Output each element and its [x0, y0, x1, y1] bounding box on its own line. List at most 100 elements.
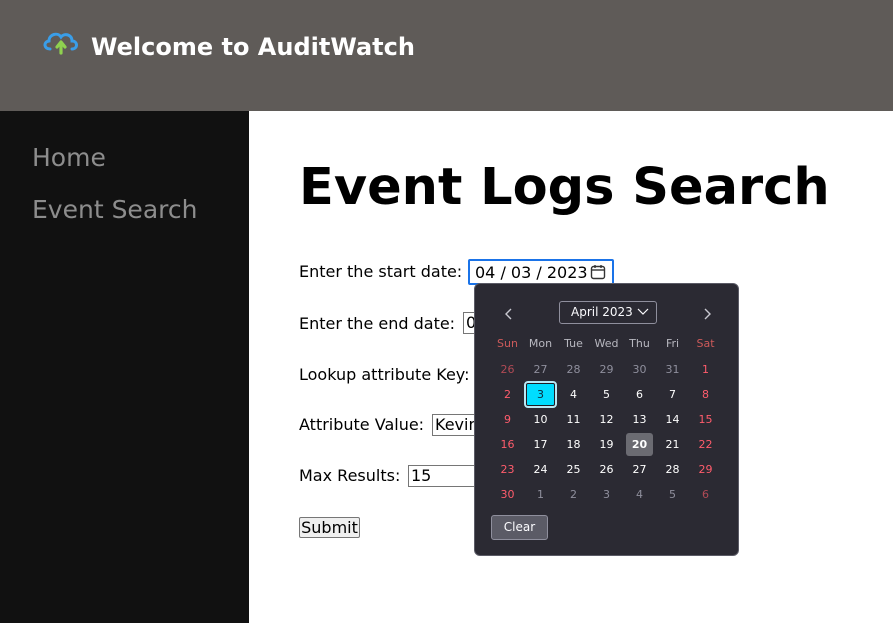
calendar-day-label: 19 [599, 438, 614, 451]
calendar-day-label: 27 [533, 363, 548, 376]
weekday-label: Thu [629, 337, 650, 350]
calendar-day-label: 1 [537, 488, 544, 501]
calendar-day[interactable]: 20 [623, 432, 656, 457]
calendar-day[interactable]: 2 [557, 482, 590, 507]
calendar-day[interactable]: 11 [557, 407, 590, 432]
calendar-day[interactable]: 13 [623, 407, 656, 432]
submit-button[interactable]: Submit [299, 517, 360, 538]
calendar-icon[interactable] [590, 264, 606, 280]
weekday-label: Wed [594, 337, 619, 350]
end-date-label: Enter the end date: [299, 314, 456, 333]
calendar-day-label: 27 [632, 463, 647, 476]
calendar-day-label: 5 [603, 388, 610, 401]
calendar-day[interactable]: 12 [590, 407, 623, 432]
calendar-day-label: 31 [665, 363, 680, 376]
calendar-day[interactable]: 5 [656, 482, 689, 507]
calendar-day[interactable]: 27 [524, 357, 557, 382]
calendar-week-row: 234 5 6 7 8 [491, 381, 722, 408]
chevron-right-icon[interactable] [699, 306, 715, 322]
calendar-day[interactable]: 21 [656, 432, 689, 457]
calendar-day-label: 8 [702, 388, 709, 401]
calendar-day[interactable]: 10 [524, 407, 557, 432]
calendar-day[interactable]: 27 [623, 457, 656, 482]
calendar-day-label: 26 [599, 463, 614, 476]
calendar-day-label: 23 [500, 463, 515, 476]
weekday-label: Tue [564, 337, 583, 350]
app-header: Welcome to AuditWatch [0, 0, 893, 111]
calendar-day[interactable]: 28 [656, 457, 689, 482]
calendar-day-label: 5 [669, 488, 676, 501]
calendar-day[interactable]: 28 [557, 357, 590, 382]
calendar-day[interactable]: 6 [623, 382, 656, 407]
calendar-day-label: 26 [500, 363, 515, 376]
chevron-left-icon[interactable] [501, 306, 517, 322]
weekday-label: Sun [497, 337, 518, 350]
calendar-day-label: 25 [566, 463, 581, 476]
calendar-day[interactable]: 31 [656, 357, 689, 382]
calendar-day[interactable]: 19 [590, 432, 623, 457]
max-results-input[interactable]: 15 [408, 465, 478, 487]
calendar-day[interactable]: 4 [557, 382, 590, 407]
weekday-header: Sun Mon Tue Wed Thu Fri Sat [491, 336, 722, 352]
calendar-day[interactable]: 25 [557, 457, 590, 482]
calendar-day[interactable]: 1 [524, 482, 557, 507]
calendar-day[interactable]: 24 [524, 457, 557, 482]
max-results-label: Max Results: [299, 466, 401, 485]
calendar-day-label: 30 [500, 488, 515, 501]
calendar-day[interactable]: 3 [524, 381, 557, 408]
attribute-value-input[interactable]: Kevin [432, 414, 478, 436]
calendar-day-label: 1 [702, 363, 709, 376]
sidebar-item-event-search[interactable]: Event Search [32, 195, 197, 225]
weekday-label: Fri [665, 337, 680, 350]
calendar-day[interactable]: 29 [590, 357, 623, 382]
month-year-select[interactable]: April 2023 [559, 301, 657, 324]
calendar-day-label: 29 [599, 363, 614, 376]
calendar-week-row: 30 1 2 3 4 5 6 [491, 482, 722, 507]
calendar-day[interactable]: 9 [491, 407, 524, 432]
calendar-day[interactable]: 18 [557, 432, 590, 457]
calendar-week-row: 26 27 28 29 30 31 1 [491, 357, 722, 382]
calendar-week-row: 16 17 18 19 20 21 22 [491, 432, 722, 457]
app-title: Welcome to AuditWatch [91, 33, 415, 61]
calendar-day[interactable]: 7 [656, 382, 689, 407]
date-picker-popup: April 2023 Sun Mon Tue Wed Thu Fri Sat 2… [474, 283, 739, 556]
sidebar-item-home[interactable]: Home [32, 143, 106, 173]
calendar-day[interactable]: 8 [689, 382, 722, 407]
calendar-day[interactable]: 1 [689, 357, 722, 382]
calendar-day-label: 6 [636, 388, 643, 401]
sidebar: Home Event Search [0, 111, 249, 623]
calendar-day-label: 12 [599, 413, 614, 426]
weekday-label: Sat [696, 337, 715, 350]
calendar-day[interactable]: 2 [491, 382, 524, 407]
calendar-day[interactable]: 5 [590, 382, 623, 407]
calendar-day[interactable]: 29 [689, 457, 722, 482]
calendar-week-row: 9 10 11 12 13 14 15 [491, 407, 722, 432]
calendar-day[interactable]: 6 [689, 482, 722, 507]
calendar-day[interactable]: 17 [524, 432, 557, 457]
calendar-day[interactable]: 16 [491, 432, 524, 457]
calendar-day[interactable]: 23 [491, 457, 524, 482]
calendar-grid: 26 27 28 29 30 31 1 2 3 4 5 6 7 8 9 10 11 12 13 14 15 16 17 18 1… [491, 357, 722, 507]
calendar-day[interactable]: 26 [590, 457, 623, 482]
calendar-day-label: 22 [698, 438, 713, 451]
attribute-value-label: Attribute Value: [299, 415, 425, 434]
calendar-day[interactable]: 30 [491, 482, 524, 507]
calendar-day[interactable]: 22 [689, 432, 722, 457]
calendar-day-label: 4 [636, 488, 643, 501]
calendar-day[interactable]: 4 [623, 482, 656, 507]
calendar-day-label: 3 [524, 381, 557, 408]
calendar-day[interactable]: 14 [656, 407, 689, 432]
start-date-input[interactable]: 04 / 03 / 2023 [468, 259, 614, 285]
calendar-day-label: 2 [570, 488, 577, 501]
calendar-day-label: 7 [669, 388, 676, 401]
calendar-day-label: 4 [570, 388, 577, 401]
calendar-day[interactable]: 26 [491, 357, 524, 382]
calendar-day-label: 2 [504, 388, 511, 401]
clear-button[interactable]: Clear [491, 515, 548, 540]
calendar-day[interactable]: 15 [689, 407, 722, 432]
start-date-label: Enter the start date: [299, 262, 463, 281]
calendar-day-label: 9 [504, 413, 511, 426]
calendar-day[interactable]: 3 [590, 482, 623, 507]
calendar-day-label: 28 [665, 463, 680, 476]
calendar-day[interactable]: 30 [623, 357, 656, 382]
